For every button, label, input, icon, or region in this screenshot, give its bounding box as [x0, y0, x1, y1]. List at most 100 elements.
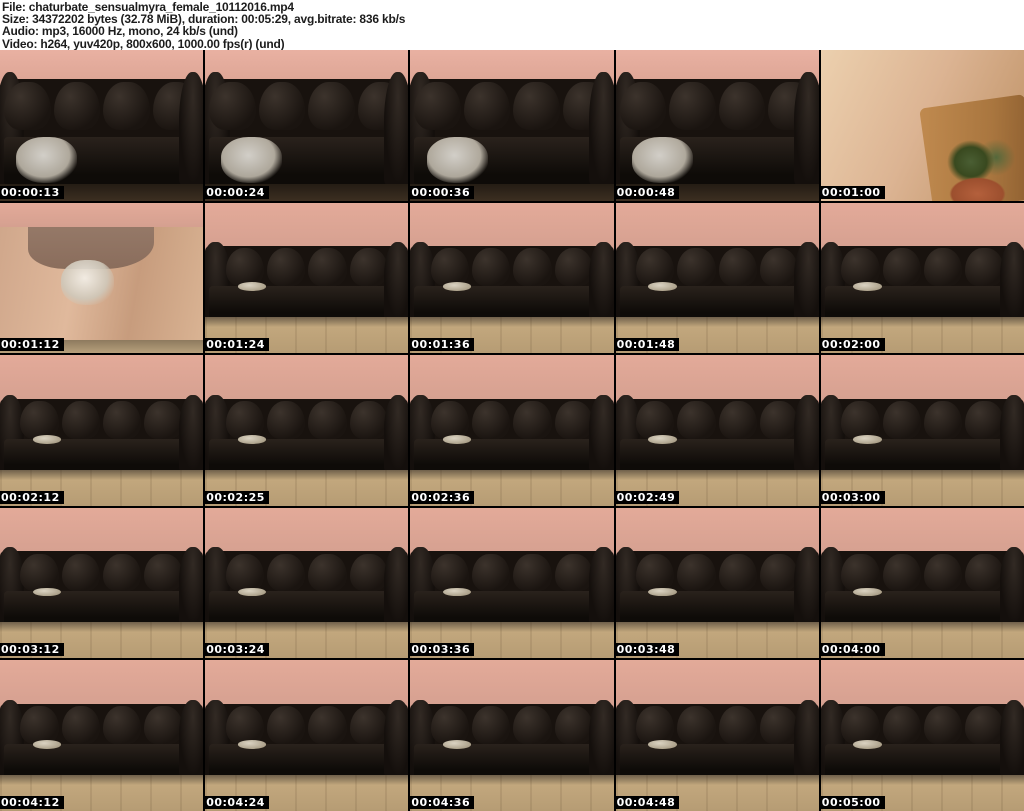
video-thumbnail[interactable]: 00:05:00 — [820, 660, 1024, 811]
video-thumbnail[interactable]: 00:00:48 — [615, 50, 819, 201]
thumbnail-image — [0, 355, 204, 506]
video-thumbnail[interactable]: 00:04:48 — [615, 660, 819, 811]
video-thumbnail[interactable]: 00:04:36 — [410, 660, 614, 811]
video-thumbnail[interactable]: 00:02:49 — [615, 355, 819, 506]
couch-seat — [209, 743, 405, 777]
thumbnail-image — [820, 50, 1024, 201]
video-thumbnail[interactable]: 00:02:12 — [0, 355, 204, 506]
video-thumbnail[interactable]: 00:01:12 — [0, 202, 204, 354]
couch-seat — [414, 591, 610, 624]
video-thumbnail[interactable]: 00:03:00 — [820, 355, 1024, 506]
couch-cushion — [266, 553, 306, 592]
couch-area — [410, 394, 614, 472]
video-thumbnail[interactable]: 00:04:24 — [205, 660, 409, 811]
couch-area — [410, 547, 614, 624]
couch-seat — [619, 591, 815, 624]
couch-cushion — [266, 248, 306, 286]
timestamp-label: 00:04:36 — [410, 796, 475, 809]
couch-cushion — [965, 706, 1004, 744]
couch-backrest — [841, 248, 1004, 286]
couch-cushion — [430, 248, 470, 286]
couch-cushion — [513, 248, 552, 286]
video-thumbnail[interactable]: 00:00:13 — [0, 50, 204, 201]
couch-area — [615, 394, 819, 472]
couch-cushion — [414, 81, 461, 131]
media-info-line-video: Video: h264, yuv420p, 800x600, 1000.00 f… — [2, 36, 285, 51]
couch-armrest-right — [178, 72, 204, 185]
video-thumbnail[interactable]: 00:04:12 — [0, 660, 204, 811]
video-thumbnail[interactable]: 00:00:36 — [410, 50, 614, 201]
video-thumbnail[interactable]: 00:02:00 — [820, 202, 1024, 354]
couch-area — [820, 241, 1024, 319]
couch-cushion — [554, 706, 594, 744]
couch-armrest-right — [384, 547, 409, 624]
couch-backrest — [841, 553, 1004, 592]
couch-armrest-right — [384, 241, 409, 319]
couch-area — [820, 699, 1024, 777]
couch-armrest-right — [999, 547, 1024, 624]
couch-area — [205, 699, 409, 777]
couch-backrest — [635, 248, 799, 286]
couch-cushion — [923, 248, 963, 286]
thumbnail-image — [0, 660, 204, 811]
video-thumbnail[interactable]: 00:03:12 — [0, 507, 204, 659]
thumbnail-image — [0, 50, 204, 201]
video-thumbnail[interactable]: 00:01:24 — [205, 202, 409, 354]
video-thumbnail[interactable]: 00:01:00 — [820, 50, 1024, 201]
wall-area — [205, 202, 409, 251]
couch-cushion — [760, 248, 799, 286]
video-thumbnail[interactable]: 00:04:00 — [820, 507, 1024, 659]
thumbnail-image — [410, 507, 614, 659]
couch-cushion — [760, 553, 799, 592]
couch-cushion — [103, 81, 150, 131]
couch-cushion — [619, 81, 667, 131]
couch-cushion — [308, 81, 355, 131]
thumbnail-image — [615, 50, 819, 201]
couch-cushion — [677, 401, 716, 439]
couch-backrest — [225, 706, 389, 744]
couch-backrest — [209, 81, 405, 131]
wall-area — [410, 50, 614, 82]
couch-cushion — [841, 248, 880, 286]
couch-backrest — [430, 248, 594, 286]
couch-cushion — [20, 706, 59, 744]
couch-area — [205, 547, 409, 624]
timestamp-label: 00:02:49 — [615, 490, 680, 504]
couch-cushion — [677, 706, 716, 744]
thumbnail-image — [0, 507, 204, 659]
timestamp-label: 00:00:36 — [410, 185, 475, 199]
couch-cushion — [349, 401, 389, 439]
thumbnail-image — [410, 355, 614, 506]
couch-area — [820, 394, 1024, 472]
video-thumbnail[interactable]: 00:03:36 — [410, 507, 614, 659]
couch-backrest — [414, 81, 610, 131]
thumbnail-image — [615, 355, 819, 506]
couch-cushion — [472, 248, 511, 286]
video-thumbnail[interactable]: 00:03:48 — [615, 507, 819, 659]
couch-armrest-right — [384, 72, 409, 185]
wall-area — [0, 202, 204, 227]
wall-area — [820, 355, 1024, 404]
wall-area — [410, 507, 614, 556]
couch-area — [410, 241, 614, 319]
couch-seat — [4, 591, 200, 624]
video-thumbnail[interactable]: 00:00:24 — [205, 50, 409, 201]
couch-cushion — [308, 706, 347, 744]
video-thumbnail[interactable]: 00:02:36 — [410, 355, 614, 506]
video-thumbnail[interactable]: 00:01:36 — [410, 202, 614, 354]
video-thumbnail[interactable]: 00:03:24 — [205, 507, 409, 659]
video-thumbnail[interactable]: 00:01:48 — [615, 202, 819, 354]
couch-seat — [619, 136, 815, 185]
couch-cushion — [349, 706, 389, 744]
couch-backrest — [619, 81, 815, 131]
timestamp-label: 00:00:13 — [0, 185, 64, 199]
couch-seat — [414, 286, 610, 319]
timestamp-label: 00:01:24 — [205, 338, 269, 352]
couch-area — [0, 394, 204, 472]
couch-area — [0, 699, 204, 777]
couch-seat — [209, 438, 405, 472]
couch-cushion — [965, 248, 1004, 286]
couch-cushion — [463, 81, 511, 131]
video-thumbnail[interactable]: 00:02:25 — [205, 355, 409, 506]
couch-cushion — [225, 401, 264, 439]
